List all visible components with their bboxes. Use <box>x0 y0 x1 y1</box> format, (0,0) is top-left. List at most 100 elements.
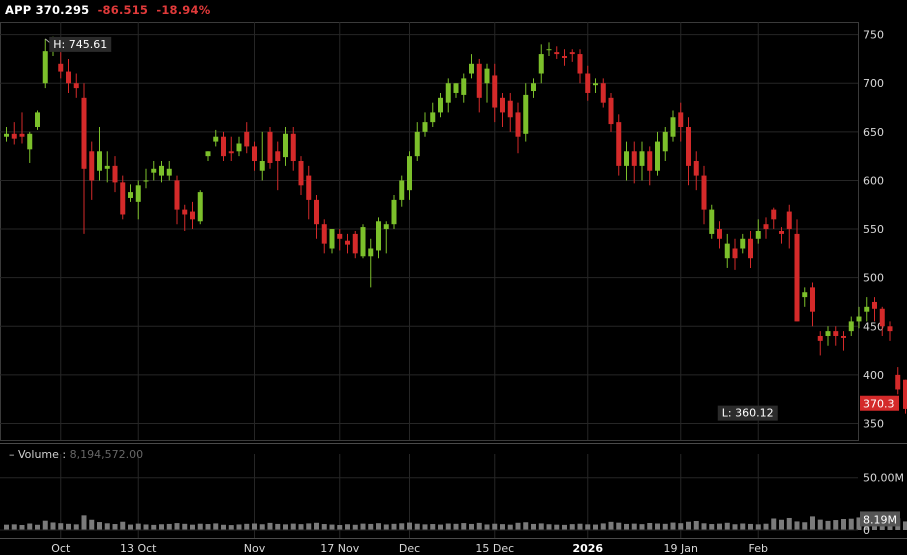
candle-up <box>856 316 862 322</box>
volume-bar <box>686 521 691 530</box>
volume-bar <box>624 523 629 530</box>
volume-bar <box>252 523 257 530</box>
candle-up <box>27 133 33 150</box>
volume-bar <box>236 524 242 530</box>
volume-bar <box>740 523 746 530</box>
volume-bar <box>50 522 56 530</box>
volume-bar <box>205 524 211 530</box>
date-tick-label: 13 Oct <box>120 542 157 555</box>
volume-bar <box>399 523 405 530</box>
candle-up <box>376 221 381 251</box>
volume-bar <box>546 524 552 530</box>
volume-bar <box>631 523 637 530</box>
candle-down <box>267 131 273 163</box>
volume-bar <box>469 523 474 530</box>
ticker-header: APP 370.295 -86.515 -18.94% <box>5 3 210 17</box>
stock-chart[interactable]: 350400450500550600650700750Oct 13 Oct Nov 1… <box>0 0 907 555</box>
date-tick-label: 17 Nov <box>320 542 359 555</box>
volume-bar <box>670 522 676 530</box>
volume-bar <box>817 519 823 530</box>
candle-up <box>213 136 219 142</box>
candle-up <box>143 180 149 182</box>
candle-up <box>624 151 629 166</box>
candle-down <box>81 97 87 169</box>
volume-bar <box>794 521 800 530</box>
candle-down <box>112 165 118 183</box>
price-tick-label: 700 <box>863 77 884 90</box>
candle-down <box>352 233 358 254</box>
volume-bar <box>484 524 490 530</box>
volume-bar <box>407 522 412 530</box>
volume-bar <box>531 523 536 530</box>
candle-up <box>35 112 40 127</box>
volume-bar <box>732 524 738 530</box>
candle-up <box>236 143 242 152</box>
candle-down <box>616 122 622 166</box>
candle-down <box>120 182 126 215</box>
volume-bar <box>135 523 141 530</box>
volume-bar <box>298 524 304 530</box>
volume-bar <box>190 524 195 530</box>
candle-down <box>500 97 505 113</box>
volume-bar <box>647 522 653 530</box>
candle-down <box>290 133 296 162</box>
volume-bar <box>376 523 381 530</box>
candle-up <box>414 131 420 157</box>
candle-down <box>577 54 583 74</box>
candle-up <box>97 151 102 171</box>
volume-bar <box>523 522 529 530</box>
candle-down <box>298 161 304 186</box>
candle-down <box>562 56 567 58</box>
candle-up <box>469 63 474 74</box>
price-tick-label: 750 <box>863 29 884 42</box>
volume-bar <box>4 524 9 530</box>
volume-bar <box>391 523 397 530</box>
candle-up <box>422 122 428 132</box>
date-tick-label: 2026 <box>572 542 603 555</box>
date-tick-label: 19 Jan <box>664 542 698 555</box>
volume-bar <box>841 519 846 530</box>
price-tick-label: 350 <box>863 417 884 430</box>
volume-last-label: 8.19M <box>863 513 897 526</box>
candle-down <box>337 233 343 239</box>
volume-bar <box>461 523 467 530</box>
candle-down <box>748 238 753 259</box>
volume-bar <box>585 524 591 530</box>
candle-up <box>383 224 389 230</box>
candle-down <box>19 133 25 137</box>
candle-up <box>461 78 467 95</box>
volume-bar <box>97 522 102 530</box>
candle-down <box>631 151 637 166</box>
volume-bar <box>19 524 25 530</box>
volume-bar <box>655 523 660 530</box>
ticker-symbol: APP <box>5 3 32 17</box>
volume-bar <box>221 524 226 530</box>
candle-down <box>895 374 901 390</box>
candle-down <box>314 199 319 225</box>
candle-up <box>159 165 164 176</box>
volume-bar <box>701 523 707 530</box>
candle-up <box>825 331 831 336</box>
candle-down <box>252 146 257 162</box>
volume-bar <box>802 522 808 530</box>
volume-bar <box>709 524 715 530</box>
volume-bar <box>500 524 505 530</box>
volume-bar <box>453 523 459 530</box>
volume-bar <box>66 523 71 530</box>
candle-up <box>259 161 265 171</box>
volume-bar <box>314 522 319 530</box>
candle-up <box>848 321 854 332</box>
candle-up <box>546 49 552 51</box>
volume-bar <box>383 524 389 530</box>
volume-bar <box>360 523 366 530</box>
high-marker-label: H: 745.61 <box>53 38 107 51</box>
volume-bar <box>507 524 513 530</box>
volume-bar <box>724 522 730 530</box>
candle-down <box>58 63 64 72</box>
candle-down <box>221 136 226 157</box>
volume-header[interactable]: – Volume : 8,194,572.00 <box>9 448 143 461</box>
volume-bar <box>329 524 335 530</box>
volume-bar <box>58 523 64 530</box>
volume-tick-label: 50.00M <box>863 472 904 485</box>
candle-up <box>329 229 335 249</box>
